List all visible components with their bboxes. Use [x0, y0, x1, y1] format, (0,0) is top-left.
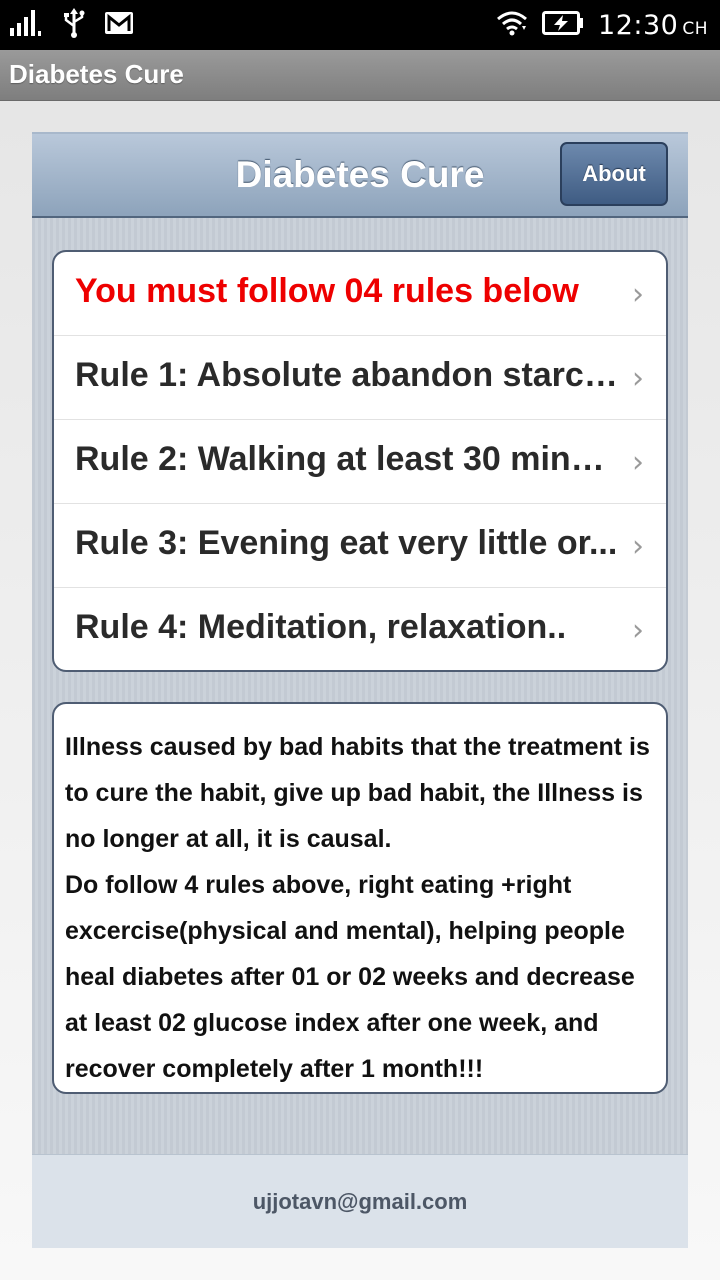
app-title: Diabetes Cure	[9, 59, 184, 89]
clock-suffix: CH	[682, 18, 708, 39]
status-left-icons	[10, 7, 134, 43]
list-item-label: Rule 2: Walking at least 30 minutes a da…	[75, 440, 623, 478]
list-item-rule-3[interactable]: Rule 3: Evening eat very little or... ›	[54, 504, 666, 588]
description-paragraph-1: Illness caused by bad habits that the tr…	[65, 733, 650, 853]
list-item-rule-4[interactable]: Rule 4: Meditation, relaxation.. ›	[54, 588, 666, 670]
app-title-bar: Diabetes Cure	[0, 50, 720, 101]
chevron-right-icon: ›	[632, 613, 644, 648]
rules-list: You must follow 04 rules below › Rule 1:…	[52, 250, 668, 672]
description-box: Illness caused by bad habits that the tr…	[52, 702, 668, 1094]
list-item-rule-2[interactable]: Rule 2: Walking at least 30 minutes a da…	[54, 420, 666, 504]
clock-time: 12:30	[598, 9, 679, 41]
list-item-intro[interactable]: You must follow 04 rules below ›	[54, 252, 666, 336]
status-right-icons: 12:30 CH	[496, 6, 708, 44]
usb-icon	[62, 7, 86, 43]
status-bar: 12:30 CH	[0, 0, 720, 50]
battery-charging-icon	[542, 10, 584, 40]
wifi-icon	[496, 10, 528, 41]
list-item-label: Rule 1: Absolute abandon starchy foods	[75, 356, 623, 394]
gmail-icon	[104, 11, 134, 40]
signal-icon	[10, 9, 44, 41]
list-item-label: You must follow 04 rules below	[75, 272, 579, 310]
chevron-right-icon: ›	[632, 361, 644, 396]
main-page: Diabetes Cure About You must follow 04 r…	[32, 132, 688, 1248]
chevron-right-icon: ›	[632, 445, 644, 480]
description-paragraph-2: Do follow 4 rules above, right eating +r…	[65, 871, 635, 1083]
chevron-right-icon: ›	[632, 529, 644, 564]
page-header: Diabetes Cure About	[32, 132, 688, 218]
list-item-label: Rule 3: Evening eat very little or...	[75, 524, 618, 562]
contact-email[interactable]: ujjotavn@gmail.com	[32, 1189, 688, 1215]
status-clock: 12:30 CH	[598, 10, 708, 41]
list-item-label: Rule 4: Meditation, relaxation..	[75, 608, 567, 646]
page-footer: ujjotavn@gmail.com	[32, 1154, 688, 1248]
about-button[interactable]: About	[560, 142, 668, 206]
chevron-right-icon: ›	[632, 277, 644, 312]
list-item-rule-1[interactable]: Rule 1: Absolute abandon starchy foods ›	[54, 336, 666, 420]
